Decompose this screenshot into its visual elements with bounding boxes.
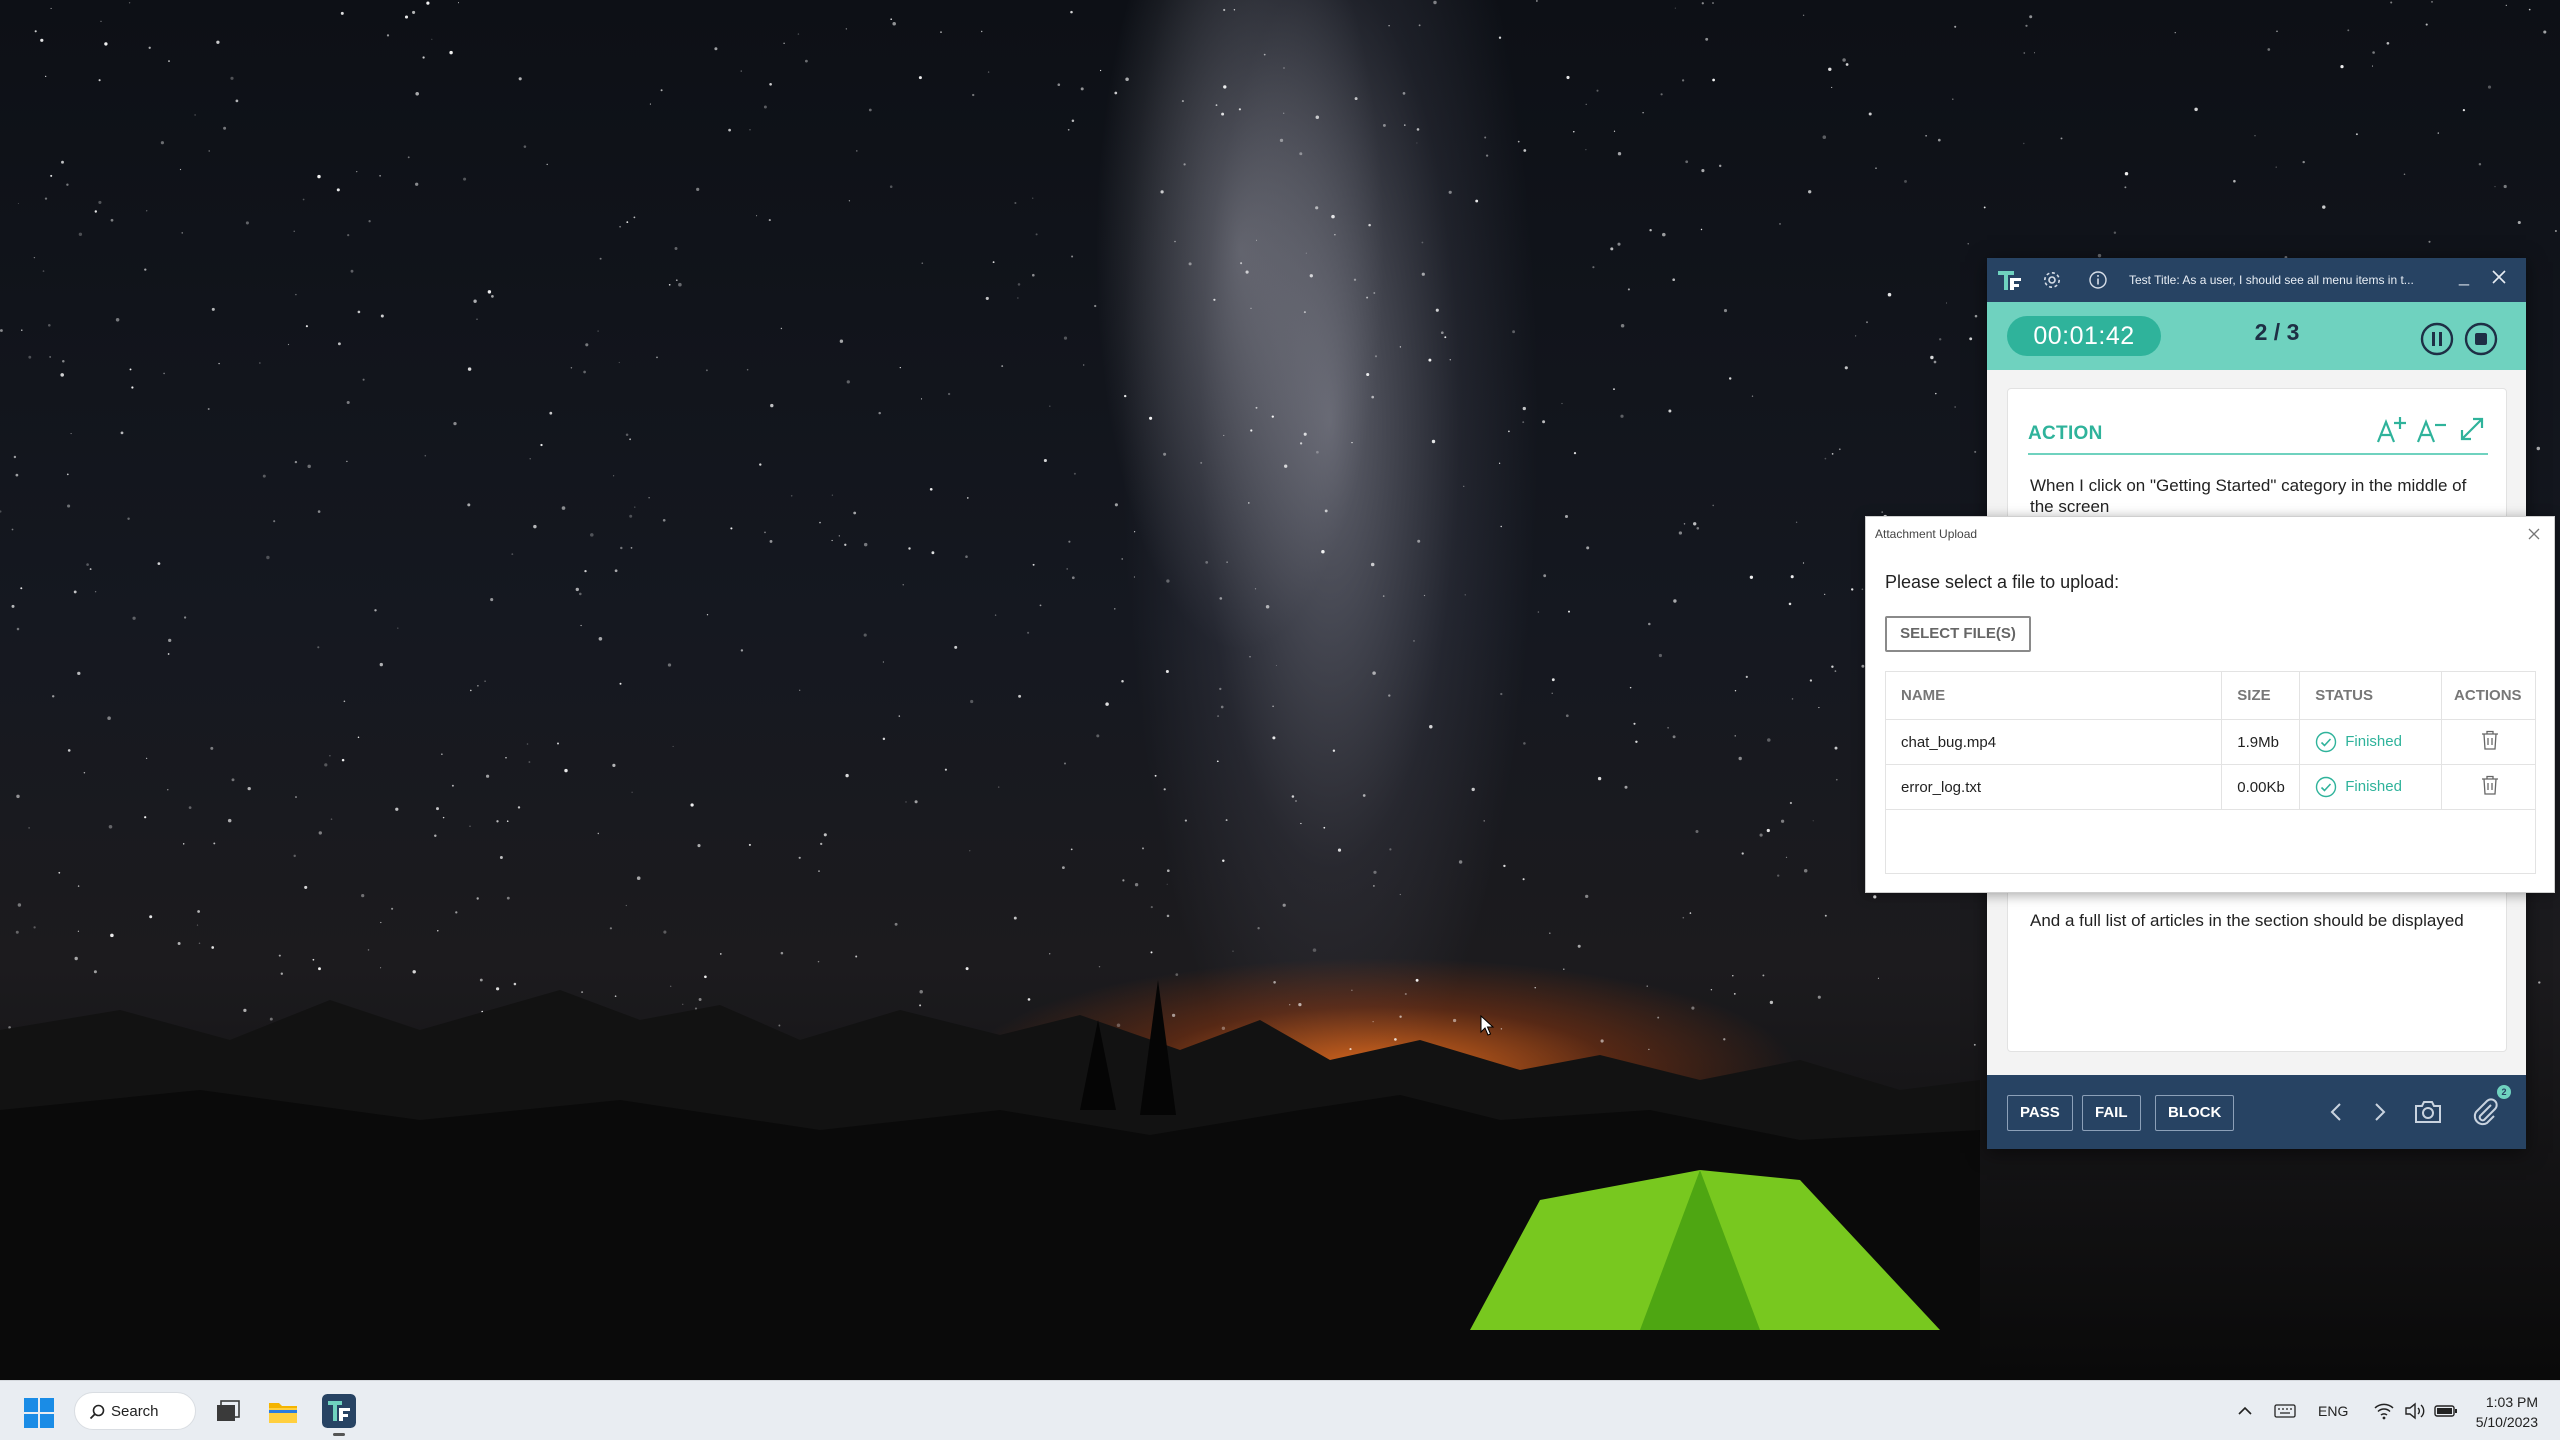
trash-icon[interactable] <box>2480 774 2500 796</box>
runner-status-bar: 00:01:42 2 / 3 <box>1987 302 2526 370</box>
attachment-upload-dialog: Attachment Upload Please select a file t… <box>1865 516 2555 893</box>
file-status: Finished <box>2299 764 2443 810</box>
file-size: 0.00Kb <box>2221 764 2301 810</box>
font-increase-icon[interactable] <box>2376 415 2408 445</box>
chevron-left-icon[interactable] <box>2327 1101 2347 1123</box>
timer: 00:01:42 <box>2007 316 2161 356</box>
trash-icon[interactable] <box>2480 729 2500 751</box>
block-button[interactable]: BLOCK <box>2155 1095 2235 1131</box>
runner-titlebar: Test Title: As a user, I should see all … <box>1987 258 2526 302</box>
battery-icon[interactable] <box>2434 1403 2458 1419</box>
clock[interactable]: 1:03 PM 5/10/2023 <box>2476 1392 2538 1432</box>
step-counter: 2 / 3 <box>2254 319 2300 345</box>
info-icon[interactable] <box>2088 270 2108 290</box>
file-status-label: Finished <box>2345 732 2402 750</box>
column-header-size: SIZE <box>2221 671 2301 720</box>
test-runner-app-icon[interactable] <box>322 1394 356 1428</box>
runner-footer: PASS FAIL BLOCK 2 <box>1987 1075 2526 1149</box>
close-icon[interactable] <box>2490 268 2508 286</box>
active-app-indicator <box>333 1433 345 1436</box>
table-header-row: NAME SIZE STATUS ACTIONS <box>1884 671 2536 720</box>
table-row: error_log.txt 0.00Kb Finished <box>1884 764 2536 810</box>
file-name: chat_bug.mp4 <box>1884 719 2223 765</box>
file-table: NAME SIZE STATUS ACTIONS chat_bug.mp4 1.… <box>1884 671 2536 874</box>
system-tray: ENG <box>2236 1381 2458 1440</box>
paperclip-icon[interactable] <box>2471 1097 2499 1127</box>
upload-prompt: Please select a file to upload: <box>1885 572 2120 592</box>
action-text: When I click on "Getting Started" catego… <box>2030 476 2467 516</box>
file-explorer-icon[interactable] <box>266 1394 300 1428</box>
table-empty-row <box>1885 809 2536 874</box>
wifi-icon[interactable] <box>2374 1402 2394 1420</box>
chevron-right-icon[interactable] <box>2369 1101 2389 1123</box>
action-divider <box>2028 453 2488 455</box>
pause-icon[interactable] <box>2420 322 2454 356</box>
column-header-status: STATUS <box>2299 671 2443 720</box>
fail-button[interactable]: FAIL <box>2082 1095 2141 1131</box>
camera-icon[interactable] <box>2413 1098 2443 1126</box>
clock-date: 5/10/2023 <box>2475 1414 2538 1430</box>
expand-icon[interactable] <box>2458 415 2486 443</box>
close-icon[interactable] <box>2526 526 2542 542</box>
mouse-cursor-icon <box>1480 1015 1495 1036</box>
app-logo-icon <box>1998 271 2021 290</box>
keyboard-icon[interactable] <box>2274 1403 2296 1419</box>
file-status: Finished <box>2299 719 2443 765</box>
select-files-button[interactable]: SELECT FILE(S) <box>1885 616 2031 652</box>
chevron-up-icon[interactable] <box>2236 1402 2254 1420</box>
table-row: chat_bug.mp4 1.9Mb Finished <box>1884 719 2536 765</box>
file-size: 1.9Mb <box>2221 719 2301 765</box>
file-actions <box>2441 764 2536 810</box>
attachment-count-badge: 2 <box>2497 1085 2511 1099</box>
taskbar: Search ENG 1:03 PM 5/10/2023 <box>0 1380 2560 1440</box>
test-title: Test Title: As a user, I should see all … <box>2129 273 2414 287</box>
minimize-button[interactable]: _ <box>2452 266 2476 290</box>
file-name: error_log.txt <box>1884 764 2223 810</box>
pass-button[interactable]: PASS <box>2007 1095 2073 1131</box>
action-label: ACTION <box>2028 423 2103 444</box>
check-circle-icon <box>2316 776 2337 798</box>
font-decrease-icon[interactable] <box>2416 415 2448 445</box>
search-label: Search <box>111 1402 159 1420</box>
taskbar-search[interactable]: Search <box>74 1392 196 1430</box>
language-indicator[interactable]: ENG <box>2318 1403 2348 1419</box>
dialog-title: Attachment Upload <box>1875 527 1978 541</box>
expected-result-text: And a full list of articles in the secti… <box>2030 911 2464 930</box>
stop-icon[interactable] <box>2464 322 2498 356</box>
check-circle-icon <box>2316 731 2337 753</box>
search-icon <box>89 1404 105 1420</box>
gear-icon[interactable] <box>2042 270 2062 290</box>
file-status-label: Finished <box>2345 777 2402 795</box>
task-view-icon[interactable] <box>210 1394 244 1428</box>
column-header-name: NAME <box>1884 671 2223 720</box>
volume-icon[interactable] <box>2404 1402 2426 1420</box>
column-header-actions: ACTIONS <box>2441 671 2536 720</box>
file-actions <box>2441 719 2536 765</box>
clock-time: 1:03 PM <box>2485 1394 2538 1410</box>
windows-start-icon[interactable] <box>24 1398 54 1428</box>
